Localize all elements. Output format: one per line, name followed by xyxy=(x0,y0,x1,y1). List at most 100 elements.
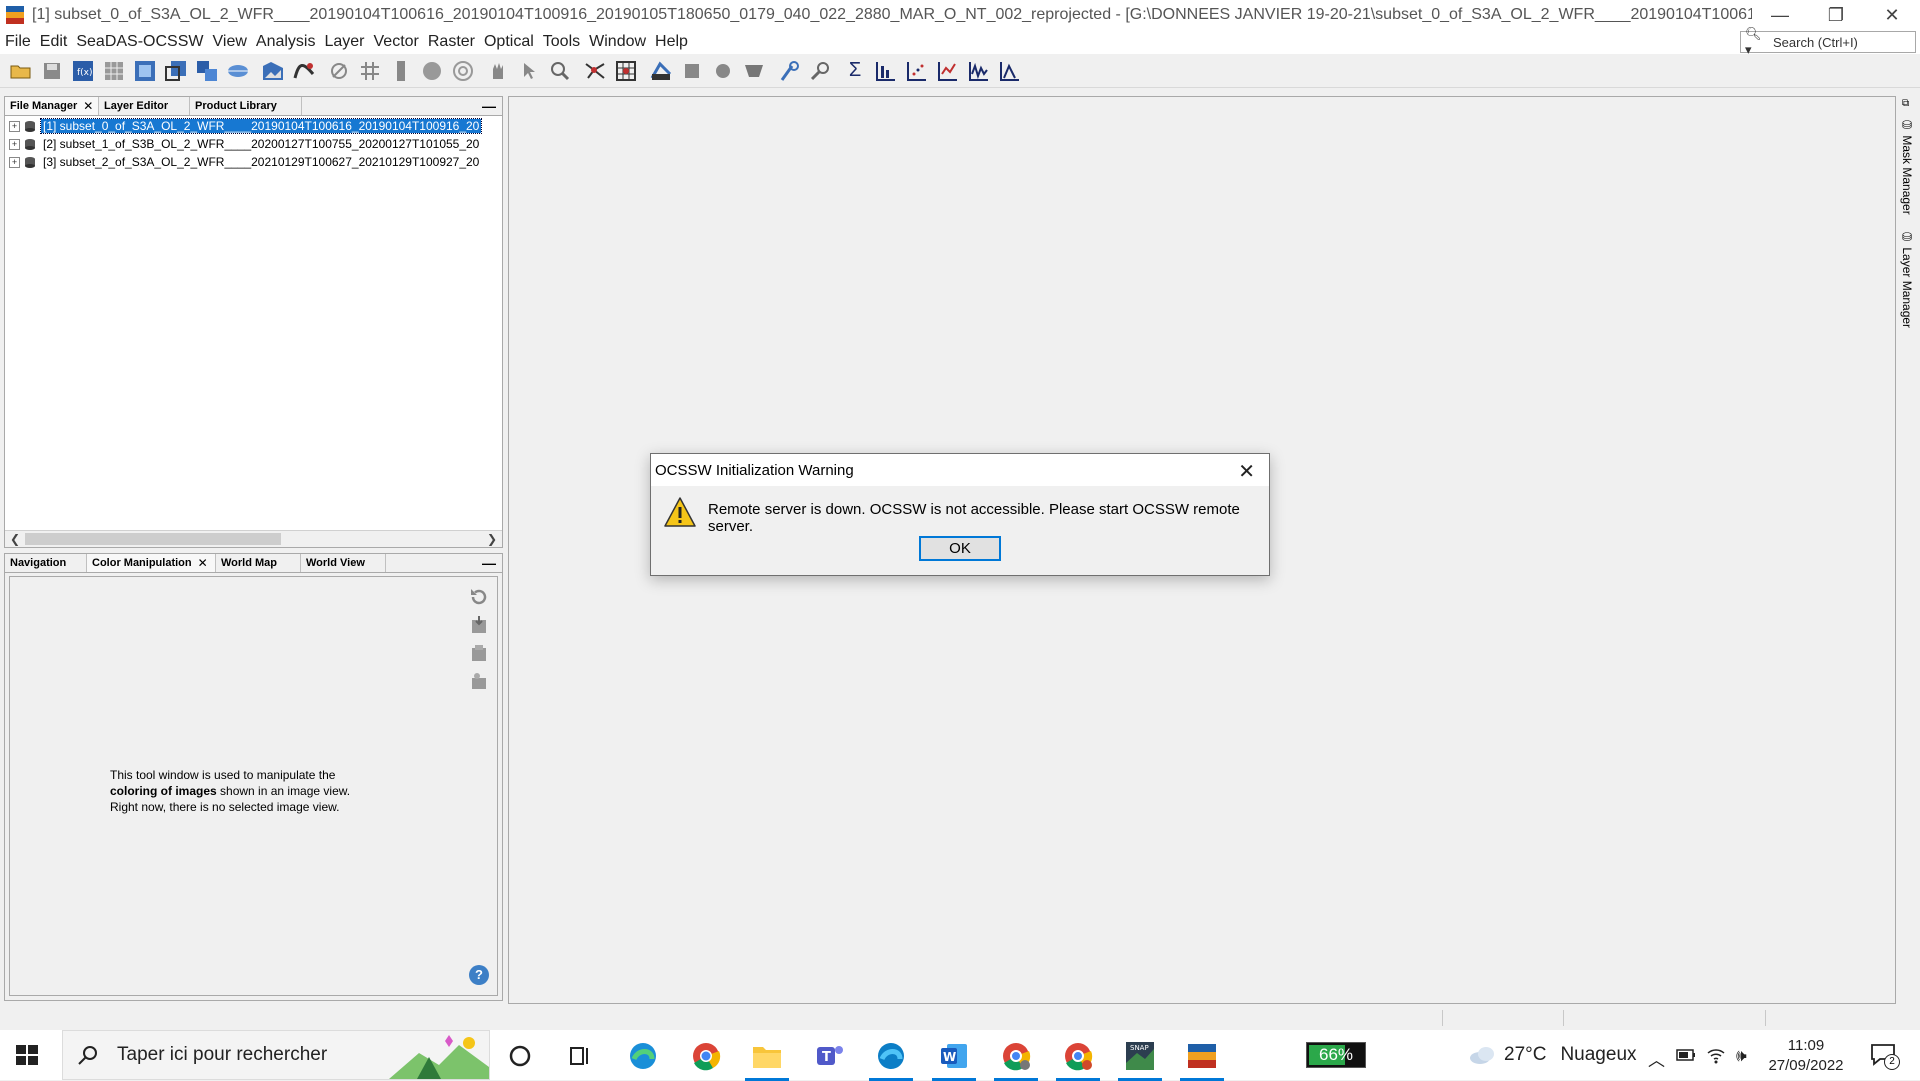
apply-to-other-bands-icon[interactable] xyxy=(469,671,489,691)
save-product-icon[interactable] xyxy=(41,60,63,82)
zoom-icon[interactable] xyxy=(549,60,571,82)
scroll-left-icon[interactable]: ❮ xyxy=(7,531,23,547)
minimize-panel-button[interactable]: — xyxy=(482,98,496,114)
range-finder-icon[interactable] xyxy=(809,60,831,82)
reproject-icon[interactable] xyxy=(165,60,187,82)
pin-manager-icon[interactable] xyxy=(584,60,606,82)
horizontal-scrollbar[interactable]: ❮ ❯ xyxy=(5,530,502,547)
statistics-icon[interactable]: Σ xyxy=(844,59,866,82)
show-hidden-icons-chevron-icon[interactable]: ︿ xyxy=(1648,1046,1665,1071)
tab-file-manager[interactable]: File Manager ✕ xyxy=(5,97,99,115)
menu-analysis[interactable]: Analysis xyxy=(251,33,320,51)
expand-icon[interactable]: + xyxy=(9,156,20,168)
menu-view[interactable]: View xyxy=(208,33,251,51)
colorbar-icon[interactable] xyxy=(390,60,412,82)
draw-ellipse-icon[interactable] xyxy=(712,60,734,82)
product-item[interactable]: + [3] subset_2_of_S3A_OL_2_WFR____202101… xyxy=(5,153,502,171)
battery-tray-icon[interactable] xyxy=(1676,1048,1696,1062)
collocate-icon[interactable] xyxy=(196,60,218,82)
open-product-icon[interactable] xyxy=(10,60,32,82)
tab-world-view[interactable]: World View xyxy=(301,554,386,572)
snap-icon[interactable]: SNAP xyxy=(1118,1040,1162,1081)
ok-button[interactable]: OK xyxy=(919,536,1001,561)
menu-file[interactable]: File xyxy=(0,33,35,51)
import-colors-icon[interactable] xyxy=(469,615,489,635)
graticule-icon[interactable] xyxy=(359,60,381,82)
wifi-icon[interactable] xyxy=(1706,1046,1726,1064)
menu-help[interactable]: Help xyxy=(650,33,692,51)
menu-edit[interactable]: Edit xyxy=(35,33,72,51)
magic-wand-icon[interactable] xyxy=(778,60,800,82)
product-item[interactable]: + [2] subset_1_of_S3B_OL_2_WFR____202001… xyxy=(5,135,502,153)
menu-optical[interactable]: Optical xyxy=(479,33,538,51)
menu-raster[interactable]: Raster xyxy=(423,33,479,51)
information-plot-icon[interactable] xyxy=(999,60,1021,82)
scatter-plot-icon[interactable] xyxy=(906,60,928,82)
globe-icon[interactable] xyxy=(227,60,249,82)
product-item[interactable]: + [1] subset_0_of_S3A_OL_2_WFR____201901… xyxy=(5,117,502,135)
notification-center-icon[interactable]: 2 xyxy=(1870,1042,1900,1070)
expand-icon[interactable]: + xyxy=(9,120,20,132)
menu-layer[interactable]: Layer xyxy=(319,33,368,51)
search-input[interactable] xyxy=(1771,33,1915,51)
sphere-icon[interactable] xyxy=(421,60,443,82)
select-arrow-icon[interactable] xyxy=(518,60,540,82)
expand-icon[interactable]: + xyxy=(9,138,20,150)
file-explorer-icon[interactable] xyxy=(745,1040,789,1081)
taskbar-search[interactable] xyxy=(62,1030,490,1080)
battery-indicator[interactable]: 66% xyxy=(1306,1042,1366,1068)
tab-color-manipulation[interactable]: Color Manipulation ✕ xyxy=(87,554,216,572)
maximize-panel-icon[interactable]: ⧉ xyxy=(1902,98,1909,109)
taskbar-search-input[interactable] xyxy=(115,1043,419,1067)
tab-product-library[interactable]: Product Library xyxy=(190,97,302,115)
reset-icon[interactable] xyxy=(469,587,489,607)
draw-rectangle-icon[interactable] xyxy=(681,60,703,82)
grid-tool-icon[interactable] xyxy=(103,60,125,82)
spectrum-icon[interactable] xyxy=(293,60,315,82)
histogram-icon[interactable] xyxy=(875,60,897,82)
system-clock[interactable]: 11:09 27/09/2022 xyxy=(1766,1036,1846,1076)
close-tab-icon[interactable]: ✕ xyxy=(198,556,208,570)
scrollbar-thumb[interactable] xyxy=(25,533,281,545)
edge-icon[interactable] xyxy=(627,1040,659,1072)
cortana-icon[interactable] xyxy=(504,1040,536,1072)
draw-polygon-icon[interactable] xyxy=(743,60,765,82)
chrome-profile-1-icon[interactable] xyxy=(994,1040,1038,1081)
task-view-icon[interactable] xyxy=(564,1040,596,1072)
weather-widget[interactable]: 27°C Nuageux xyxy=(1468,1044,1637,1066)
chrome-icon[interactable] xyxy=(690,1040,722,1072)
tab-navigation[interactable]: Navigation xyxy=(5,554,87,572)
wms-icon[interactable] xyxy=(452,60,474,82)
help-icon[interactable]: ? xyxy=(469,965,489,985)
mask-manager-tab[interactable]: ⛁ Mask Manager xyxy=(1900,118,1914,215)
spectrum-view-icon[interactable] xyxy=(968,60,990,82)
band-maths-icon[interactable]: f(x) xyxy=(72,60,94,82)
menu-window[interactable]: Window xyxy=(584,33,650,51)
minimize-panel-button[interactable]: — xyxy=(482,555,496,571)
export-colors-icon[interactable] xyxy=(469,643,489,663)
mosaic-icon[interactable] xyxy=(134,60,156,82)
draw-line-icon[interactable] xyxy=(650,60,672,82)
dialog-close-icon[interactable]: ✕ xyxy=(1238,459,1255,484)
windows-start-icon[interactable] xyxy=(12,1042,42,1068)
menu-tools[interactable]: Tools xyxy=(538,33,584,51)
no-data-icon[interactable] xyxy=(328,60,350,82)
layer-manager-tab[interactable]: ⛁ Layer Manager xyxy=(1900,230,1914,328)
profile-plot-icon[interactable] xyxy=(937,60,959,82)
menu-vector[interactable]: Vector xyxy=(369,33,423,51)
word-icon[interactable]: W xyxy=(932,1040,976,1081)
volume-icon[interactable]: 🕪︎ xyxy=(1736,1046,1747,1066)
pan-hand-icon[interactable] xyxy=(487,60,509,82)
close-button[interactable]: ✕ xyxy=(1864,0,1920,30)
edge-beta-icon[interactable] xyxy=(869,1040,913,1081)
tab-world-map[interactable]: World Map xyxy=(216,554,301,572)
teams-icon[interactable]: T xyxy=(814,1040,846,1072)
chrome-profile-2-icon[interactable] xyxy=(1056,1040,1100,1081)
tab-layer-editor[interactable]: Layer Editor xyxy=(99,97,190,115)
restore-button[interactable]: ❐ xyxy=(1808,0,1864,30)
image-view-icon[interactable] xyxy=(262,60,284,82)
gcp-manager-icon[interactable] xyxy=(615,60,637,82)
close-tab-icon[interactable]: ✕ xyxy=(83,99,93,113)
scroll-right-icon[interactable]: ❯ xyxy=(484,531,500,547)
menu-seadas-ocssw[interactable]: SeaDAS-OCSSW xyxy=(71,33,207,51)
